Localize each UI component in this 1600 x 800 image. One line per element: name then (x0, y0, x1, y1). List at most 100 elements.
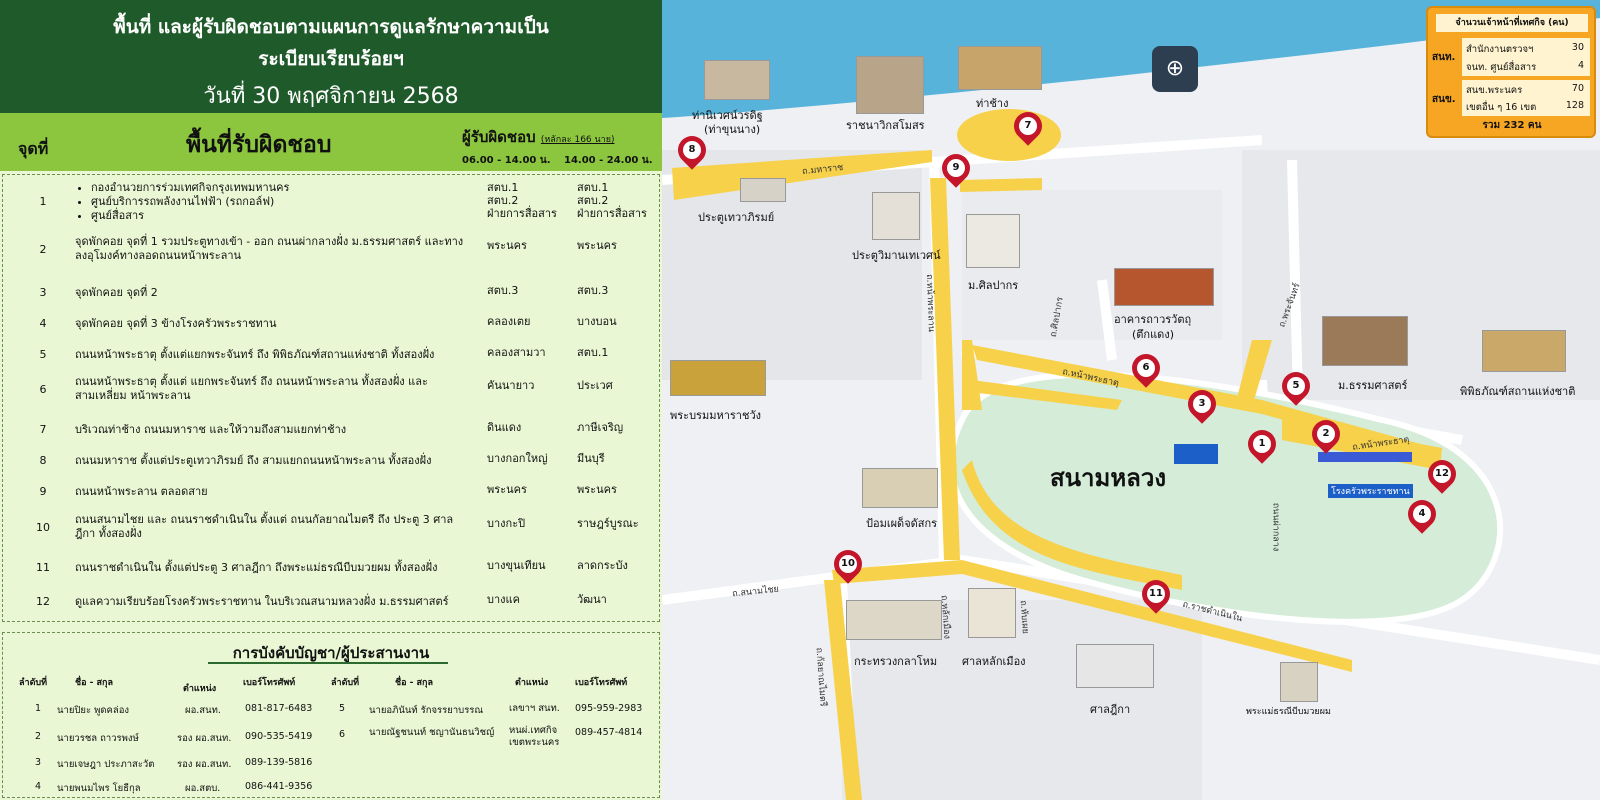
hdr-seq-2: ลำดับที่ (331, 678, 360, 688)
row-day: บางขุนเทียน (487, 559, 546, 572)
row-no: 3 (39, 286, 47, 299)
contact-name: นายอภินันท์ รักจรรยาบรรณ (369, 705, 484, 716)
pin-8: 8 (672, 130, 712, 176)
table-header: จุดที่ พื้นที่รับผิดชอบ ผู้รับผิดชอบ (หล… (0, 113, 662, 171)
staff-group-2: สนข. (1432, 94, 1456, 105)
contact-position: ผอ.สตบ. (185, 783, 221, 794)
col-resp-note: (หลักละ 166 นาย) (540, 135, 615, 145)
contact-position: รอง ผอ.สนท. (177, 733, 232, 744)
contact-position: รอง ผอ.สนท. (177, 759, 232, 770)
place-label: ศาลฎีกา (1090, 703, 1131, 716)
row-area: กองอำนวยการร่วมเทศกิจกรุงเทพมหานคร ศูนย์… (75, 181, 470, 223)
road-label: ถ.หน้าพระลาน (923, 273, 936, 333)
row-night: ราษฎร์บูรณะ (577, 517, 639, 530)
command-title-underline (208, 662, 448, 664)
row-night: ประเวศ (577, 379, 613, 392)
row-no: 11 (36, 561, 50, 574)
place-label: ม.ธรรมศาสตร์ (1338, 379, 1408, 392)
place-label: ศาลหลักเมือง (962, 655, 1026, 668)
sanam-luang-label: สนามหลวง (1050, 464, 1167, 492)
road-label: ถ.หลักเมือง (938, 594, 952, 640)
row-day: คลองสามวา (487, 346, 546, 359)
pin-4: 4 (1402, 494, 1442, 540)
row-day: บางกอกใหญ่ (487, 452, 548, 465)
compass-logo-icon: ⊕ (1152, 46, 1198, 92)
row-night: สตบ.1 สตบ.2 ฝ่ายการสื่อสาร (577, 181, 661, 220)
place-label: ม.ศิลปากร (968, 279, 1019, 292)
row-no: 8 (39, 454, 47, 467)
row-no: 6 (39, 383, 47, 396)
contact-phone: 086-441-9356 (245, 781, 313, 792)
row-day: คันนายาว (487, 379, 535, 392)
row-area-item: กองอำนวยการร่วมเทศกิจกรุงเทพมหานคร (91, 181, 470, 195)
tha-niwet-photo (704, 60, 770, 100)
contact-phone: 095-959-2983 (575, 703, 643, 714)
place-label: กระทรวงกลาโหม (854, 655, 938, 668)
pom-phadet-photo (862, 468, 938, 508)
table-row: 1 กองอำนวยการร่วมเทศกิจกรุงเทพมหานคร ศูน… (3, 179, 659, 227)
road-label: ถนนผ่ากลาง (1270, 502, 1281, 552)
row-no: 1 (39, 195, 47, 208)
contact-name: นายวรชล ถาวรพงษ์ (57, 733, 139, 744)
row-area-item: ศูนย์บริการรถพลังงานไฟฟ้า (รถกอล์ฟ) (91, 195, 470, 209)
row-area-item: ศูนย์สื่อสาร (91, 209, 470, 223)
panel-header: พื้นที่ และผู้รับผิดชอบตามแผนการดูแลรักษ… (0, 0, 662, 113)
contact-name: นายณัฐชนนท์ ชญานันธนวิชญ์ (369, 727, 495, 738)
place-label: โรงครัวพระราชทาน (1328, 484, 1413, 498)
row-area: ถนนมหาราช ตั้งแต่ประตูเทวาภิรมย์ ถึง สาม… (75, 454, 432, 467)
contact-position: ผอ.สนท. (185, 705, 221, 716)
hdr-name: ชื่อ - สกุล (75, 678, 113, 688)
staff-item-label: สนข.พระนคร (1466, 85, 1523, 96)
pin-11: 11 (1136, 574, 1176, 620)
supreme-court-photo (1076, 644, 1154, 688)
row-no: 10 (36, 521, 50, 534)
staff-group-2-box: สนข.พระนคร 70 เขตอื่น ๆ 16 เขต 128 (1462, 80, 1590, 116)
row-day: บางกะปิ (487, 517, 526, 530)
row-night: พระนคร (577, 483, 617, 496)
thewaphirom-gate-photo (740, 178, 786, 202)
city-pillar-photo (968, 588, 1016, 638)
row-area: ถนนสนามไชย และ ถนนราชดำเนินใน ตั้งแต่ ถน… (75, 513, 454, 540)
pin-10: 10 (828, 544, 868, 590)
row-no: 4 (39, 317, 47, 330)
staff-count-box: จำนวนเจ้าหน้าที่เทศกิจ (คน) สนท. สำนักงา… (1426, 6, 1596, 138)
staff-item-label: เขตอื่น ๆ 16 เขต (1466, 102, 1537, 113)
title-line-1: พื้นที่ และผู้รับผิดชอบตามแผนการดูแลรักษ… (113, 16, 549, 38)
row-night-line: สตบ.1 (577, 181, 609, 194)
staff-group-1: สนท. (1432, 52, 1456, 63)
row-night: ลาดกระบัง (577, 559, 628, 572)
row-day: บางแค (487, 593, 520, 606)
row-area: บริเวณท่าช้าง ถนนมหาราช และให้วามถึงสามแ… (75, 423, 347, 436)
responsibility-panel: พื้นที่ และผู้รับผิดชอบตามแผนการดูแลรักษ… (0, 0, 662, 800)
shift-night-header: 14.00 - 24.00 น. (564, 155, 653, 166)
hdr-position: ตำแหน่ง (183, 684, 217, 694)
red-building-photo (1114, 268, 1214, 306)
row-night: วัฒนา (577, 593, 607, 606)
place-label: ราชนาวิกสโมสร (846, 119, 925, 132)
pin-5: 5 (1276, 366, 1316, 412)
grand-palace-photo (670, 360, 766, 396)
command-tent (1174, 444, 1218, 464)
row-day: คลองเตย (487, 315, 531, 328)
place-label: (ตึกแดง) (1132, 328, 1174, 341)
col-no-header: จุดที่ (18, 139, 49, 158)
shift-day-header: 06.00 - 14.00 น. (462, 155, 551, 166)
contact-seq: 1 (35, 703, 42, 714)
navy-club-photo (856, 56, 924, 114)
row-day: พระนคร (487, 239, 527, 252)
row-area: ถนนหน้าพระธาตุ ตั้งแต่ แยกพระจันทร์ ถึง … (75, 375, 428, 402)
row-no: 5 (39, 348, 47, 361)
staff-group-1-box: สำนักงานตรวจฯ 30 จนท. ศูนย์สื่อสาร 4 (1462, 38, 1590, 76)
row-area: จุดพักคอย จุดที่ 1 รวมประตูทางเข้า - ออก… (75, 235, 464, 262)
row-no: 2 (39, 243, 47, 256)
row-area: จุดพักคอย จุดที่ 2 (75, 286, 158, 299)
row-day-line: สตบ.1 (487, 181, 519, 194)
date-label: วันที่ 30 พฤศจิกายน 2568 (203, 84, 459, 109)
contact-phone: 081-817-6483 (245, 703, 313, 714)
row-day: พระนคร (487, 483, 527, 496)
contact-seq: 2 (35, 731, 42, 742)
staff-total: รวม 232 คน (1482, 120, 1542, 131)
place-label: ท่าช้าง (976, 97, 1009, 110)
pin-3: 3 (1182, 384, 1222, 430)
place-label: ป้อมเผด็จดัสกร (866, 517, 938, 530)
